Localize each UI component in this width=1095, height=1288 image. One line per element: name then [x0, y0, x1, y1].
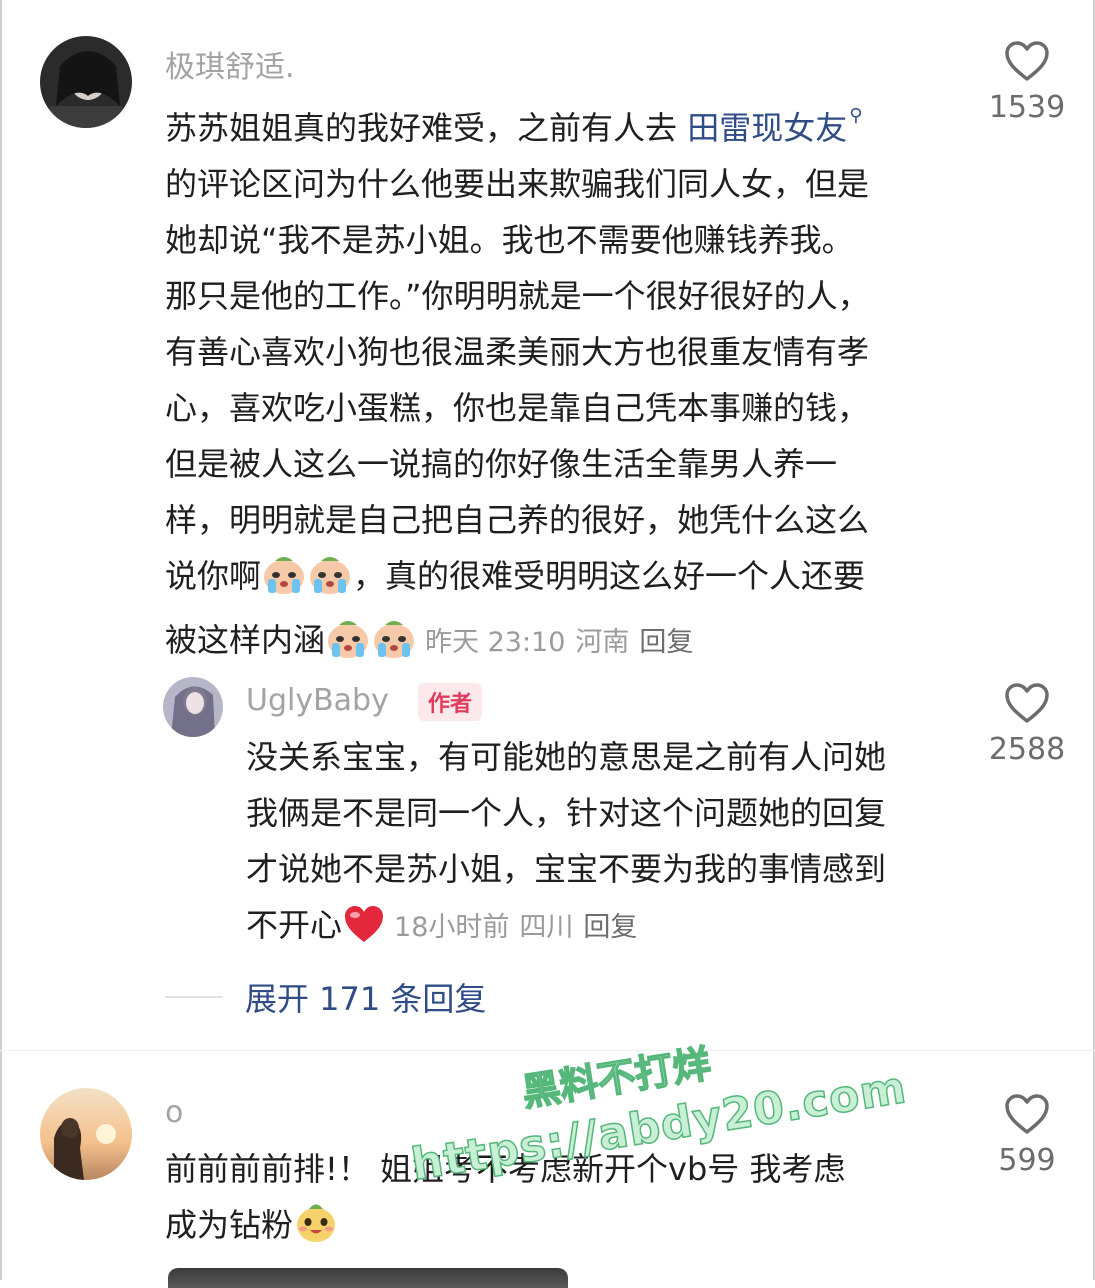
author-badge: 作者: [418, 683, 483, 721]
text-line: 有善心喜欢小狗也很温柔美丽大方也很重友情有孝: [165, 333, 870, 371]
like-button[interactable]: 1539: [982, 40, 1072, 125]
red-heart-emoji-icon: [342, 904, 386, 961]
text-line: ，真的很难受明明这么好一个人还要: [353, 557, 866, 595]
comment-time: 昨天 23:10: [425, 627, 566, 658]
username[interactable]: 极琪舒适.: [165, 42, 295, 86]
comment-meta: 18小时前 四川 回复: [394, 912, 647, 943]
happy-emoji-icon: [293, 1200, 339, 1261]
crying-emoji-icon: [261, 555, 307, 612]
like-count: 1539: [988, 90, 1066, 125]
comment-text: 没关系宝宝，有可能她的意思是之前有人问她 我俩是不是同一个人，针对这个问题她的回…: [246, 729, 886, 961]
expand-divider: [165, 996, 223, 998]
avatar[interactable]: [40, 36, 132, 128]
text-line: 说你啊: [165, 557, 262, 595]
username[interactable]: o: [165, 1095, 183, 1130]
text-line: 但是被人这么一说搞的你好像生活全靠男人养一: [165, 445, 838, 483]
like-button[interactable]: 2588: [982, 682, 1072, 767]
expand-replies-button[interactable]: 展开 171 条回复: [245, 974, 486, 1020]
comment-location: 河南: [575, 627, 630, 658]
heart-icon: [1005, 41, 1049, 81]
username[interactable]: UglyBaby: [246, 683, 389, 718]
heart-icon: [1005, 683, 1049, 723]
comment-divider: [0, 1050, 1095, 1051]
text-line: 她却说“我不是苏小姐。我也不需要他赚钱养我。: [165, 221, 854, 259]
comment-meta: 昨天 23:10 河南 回复: [425, 627, 703, 658]
mention-link[interactable]: 田雷现女友: [687, 109, 847, 147]
comment-location: 四川: [519, 912, 574, 943]
text-line: 那只是他的工作。”你明明就是一个很好很好的人，: [165, 277, 870, 315]
avatar[interactable]: [40, 1088, 132, 1180]
reply-button[interactable]: 回复: [583, 912, 637, 943]
text-line: 被这样内涵: [165, 621, 326, 659]
text-line: 心，喜欢吃小蛋糕，你也是靠自己凭本事赚的钱，: [165, 389, 870, 427]
text-line: 苏苏姐姐真的我好难受，之前有人去: [165, 109, 678, 147]
like-button[interactable]: 599: [982, 1093, 1072, 1178]
text-line: 才说她不是苏小姐，宝宝不要为我的事情感到: [246, 850, 887, 888]
next-comment-peek: [168, 1268, 568, 1288]
avatar[interactable]: [163, 677, 223, 737]
comment-time: 18小时前: [394, 912, 510, 943]
left-edge: [0, 0, 2, 1280]
text-line: 成为钻粉: [165, 1206, 294, 1244]
crying-emoji-icon: [307, 555, 353, 612]
text-line: 样，明明就是自己把自己养的很好，她凭什么这么: [165, 501, 870, 539]
crying-emoji-icon: [371, 619, 417, 676]
like-count: 2588: [988, 732, 1066, 767]
heart-icon: [1005, 1094, 1049, 1134]
like-count: 599: [998, 1143, 1056, 1178]
search-icon: ⚲: [849, 105, 863, 126]
text-line: 没关系宝宝，有可能她的意思是之前有人问她: [246, 738, 887, 776]
reply-button[interactable]: 回复: [639, 627, 693, 658]
text-line: 我俩是不是同一个人，针对这个问题她的回复: [246, 794, 887, 832]
text-line: 的评论区问为什么他要出来欺骗我们同人女，但是: [165, 165, 870, 203]
text-line: 不开心: [246, 906, 343, 944]
crying-emoji-icon: [325, 619, 371, 676]
comment-text: 苏苏姐姐真的我好难受，之前有人去 田雷现女友 ⚲ 的评论区问为什么他要出来欺骗我们…: [165, 88, 870, 676]
